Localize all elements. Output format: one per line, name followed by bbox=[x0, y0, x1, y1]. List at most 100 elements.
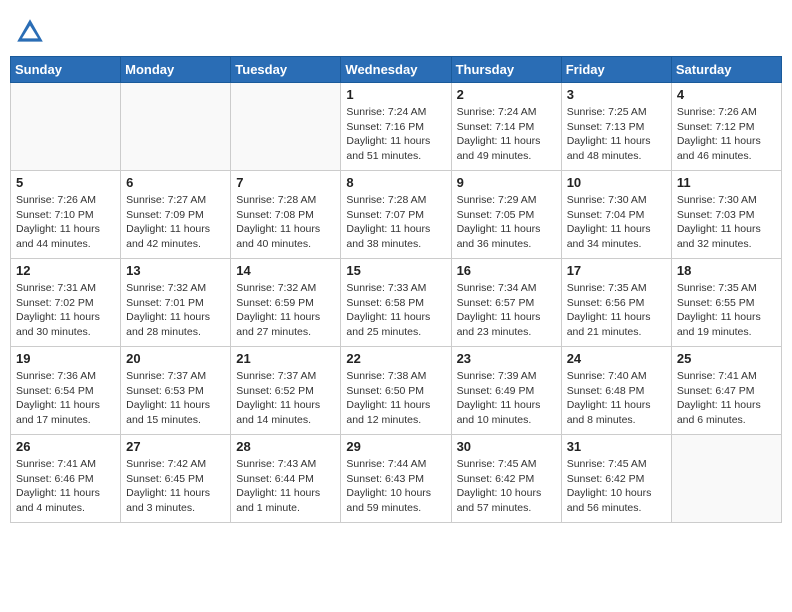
calendar-cell: 16 Sunrise: 7:34 AMSunset: 6:57 PMDayligh… bbox=[451, 259, 561, 347]
day-info: Sunrise: 7:32 AMSunset: 6:59 PMDaylight:… bbox=[236, 281, 335, 340]
day-number: 26 bbox=[16, 439, 115, 454]
calendar-cell: 21Sunrise: 7:37 AMSunset: 6:52 PMDayligh… bbox=[231, 347, 341, 435]
week-row-1: 1 Sunrise: 7:24 AMSunset: 7:16 PMDaylight… bbox=[11, 83, 782, 171]
calendar-cell: 25 Sunrise: 7:41 AMSunset: 6:47 PMDayligh… bbox=[671, 347, 781, 435]
day-number: 18 bbox=[677, 263, 776, 278]
day-number: 4 bbox=[677, 87, 776, 102]
day-info: Sunrise: 7:24 AMSunset: 7:16 PMDaylight:… bbox=[346, 105, 445, 164]
weekday-header-saturday: Saturday bbox=[671, 57, 781, 83]
calendar-cell: 8Sunrise: 7:28 AMSunset: 7:07 PMDaylight… bbox=[341, 171, 451, 259]
logo-icon bbox=[14, 16, 46, 48]
day-number: 28 bbox=[236, 439, 335, 454]
calendar-cell bbox=[11, 83, 121, 171]
day-info: Sunrise: 7:40 AMSunset: 6:48 PMDaylight:… bbox=[567, 369, 666, 428]
day-number: 14 bbox=[236, 263, 335, 278]
weekday-header-thursday: Thursday bbox=[451, 57, 561, 83]
calendar-cell bbox=[231, 83, 341, 171]
day-info: Sunrise: 7:44 AMSunset: 6:43 PMDaylight:… bbox=[346, 457, 445, 516]
calendar-cell bbox=[671, 435, 781, 523]
day-info: Sunrise: 7:25 AMSunset: 7:13 PMDaylight:… bbox=[567, 105, 666, 164]
calendar-cell: 5 Sunrise: 7:26 AMSunset: 7:10 PMDaylight… bbox=[11, 171, 121, 259]
calendar-cell: 19 Sunrise: 7:36 AMSunset: 6:54 PMDayligh… bbox=[11, 347, 121, 435]
calendar-cell: 7 Sunrise: 7:28 AMSunset: 7:08 PMDaylight… bbox=[231, 171, 341, 259]
day-number: 17 bbox=[567, 263, 666, 278]
day-info: Sunrise: 7:35 AMSunset: 6:56 PMDaylight:… bbox=[567, 281, 666, 340]
calendar-cell: 2Sunrise: 7:24 AMSunset: 7:14 PMDaylight… bbox=[451, 83, 561, 171]
weekday-header-friday: Friday bbox=[561, 57, 671, 83]
day-number: 21 bbox=[236, 351, 335, 366]
calendar-cell: 31 Sunrise: 7:45 AMSunset: 6:42 PMDayligh… bbox=[561, 435, 671, 523]
day-number: 20 bbox=[126, 351, 225, 366]
day-number: 29 bbox=[346, 439, 445, 454]
week-row-3: 12Sunrise: 7:31 AMSunset: 7:02 PMDayligh… bbox=[11, 259, 782, 347]
calendar-cell: 23Sunrise: 7:39 AMSunset: 6:49 PMDayligh… bbox=[451, 347, 561, 435]
day-info: Sunrise: 7:29 AMSunset: 7:05 PMDaylight:… bbox=[457, 193, 556, 252]
calendar-cell: 24 Sunrise: 7:40 AMSunset: 6:48 PMDayligh… bbox=[561, 347, 671, 435]
calendar-cell: 22 Sunrise: 7:38 AMSunset: 6:50 PMDayligh… bbox=[341, 347, 451, 435]
day-info: Sunrise: 7:33 AMSunset: 6:58 PMDaylight:… bbox=[346, 281, 445, 340]
day-number: 1 bbox=[346, 87, 445, 102]
day-info: Sunrise: 7:39 AMSunset: 6:49 PMDaylight:… bbox=[457, 369, 556, 428]
day-info: Sunrise: 7:35 AMSunset: 6:55 PMDaylight:… bbox=[677, 281, 776, 340]
day-number: 3 bbox=[567, 87, 666, 102]
calendar-cell: 15 Sunrise: 7:33 AMSunset: 6:58 PMDayligh… bbox=[341, 259, 451, 347]
calendar-cell: 10 Sunrise: 7:30 AMSunset: 7:04 PMDayligh… bbox=[561, 171, 671, 259]
day-number: 31 bbox=[567, 439, 666, 454]
calendar-cell: 14 Sunrise: 7:32 AMSunset: 6:59 PMDayligh… bbox=[231, 259, 341, 347]
day-info: Sunrise: 7:30 AMSunset: 7:03 PMDaylight:… bbox=[677, 193, 776, 252]
day-number: 10 bbox=[567, 175, 666, 190]
day-info: Sunrise: 7:27 AMSunset: 7:09 PMDaylight:… bbox=[126, 193, 225, 252]
day-info: Sunrise: 7:37 AMSunset: 6:53 PMDaylight:… bbox=[126, 369, 225, 428]
calendar-table: SundayMondayTuesdayWednesdayThursdayFrid… bbox=[10, 56, 782, 523]
day-number: 27 bbox=[126, 439, 225, 454]
day-number: 22 bbox=[346, 351, 445, 366]
day-number: 8 bbox=[346, 175, 445, 190]
day-number: 19 bbox=[16, 351, 115, 366]
day-info: Sunrise: 7:36 AMSunset: 6:54 PMDaylight:… bbox=[16, 369, 115, 428]
logo bbox=[14, 16, 50, 48]
day-info: Sunrise: 7:42 AMSunset: 6:45 PMDaylight:… bbox=[126, 457, 225, 516]
day-number: 6 bbox=[126, 175, 225, 190]
day-info: Sunrise: 7:26 AMSunset: 7:12 PMDaylight:… bbox=[677, 105, 776, 164]
weekday-header-tuesday: Tuesday bbox=[231, 57, 341, 83]
calendar-cell: 3 Sunrise: 7:25 AMSunset: 7:13 PMDaylight… bbox=[561, 83, 671, 171]
day-number: 30 bbox=[457, 439, 556, 454]
day-info: Sunrise: 7:26 AMSunset: 7:10 PMDaylight:… bbox=[16, 193, 115, 252]
day-number: 7 bbox=[236, 175, 335, 190]
day-number: 12 bbox=[16, 263, 115, 278]
day-number: 9 bbox=[457, 175, 556, 190]
day-number: 5 bbox=[16, 175, 115, 190]
day-info: Sunrise: 7:30 AMSunset: 7:04 PMDaylight:… bbox=[567, 193, 666, 252]
day-info: Sunrise: 7:32 AMSunset: 7:01 PMDaylight:… bbox=[126, 281, 225, 340]
week-row-4: 19 Sunrise: 7:36 AMSunset: 6:54 PMDayligh… bbox=[11, 347, 782, 435]
day-info: Sunrise: 7:43 AMSunset: 6:44 PMDaylight:… bbox=[236, 457, 335, 516]
day-info: Sunrise: 7:38 AMSunset: 6:50 PMDaylight:… bbox=[346, 369, 445, 428]
day-number: 11 bbox=[677, 175, 776, 190]
day-number: 13 bbox=[126, 263, 225, 278]
calendar-cell: 27 Sunrise: 7:42 AMSunset: 6:45 PMDayligh… bbox=[121, 435, 231, 523]
week-row-5: 26 Sunrise: 7:41 AMSunset: 6:46 PMDayligh… bbox=[11, 435, 782, 523]
weekday-header-wednesday: Wednesday bbox=[341, 57, 451, 83]
calendar-cell: 4 Sunrise: 7:26 AMSunset: 7:12 PMDaylight… bbox=[671, 83, 781, 171]
calendar-cell: 17 Sunrise: 7:35 AMSunset: 6:56 PMDayligh… bbox=[561, 259, 671, 347]
day-number: 16 bbox=[457, 263, 556, 278]
day-number: 24 bbox=[567, 351, 666, 366]
calendar-cell: 6 Sunrise: 7:27 AMSunset: 7:09 PMDaylight… bbox=[121, 171, 231, 259]
day-info: Sunrise: 7:24 AMSunset: 7:14 PMDaylight:… bbox=[457, 105, 556, 164]
calendar-cell: 13 Sunrise: 7:32 AMSunset: 7:01 PMDayligh… bbox=[121, 259, 231, 347]
calendar-cell: 11 Sunrise: 7:30 AMSunset: 7:03 PMDayligh… bbox=[671, 171, 781, 259]
day-info: Sunrise: 7:45 AMSunset: 6:42 PMDaylight:… bbox=[567, 457, 666, 516]
week-row-2: 5 Sunrise: 7:26 AMSunset: 7:10 PMDaylight… bbox=[11, 171, 782, 259]
page-header bbox=[10, 10, 782, 48]
day-info: Sunrise: 7:28 AMSunset: 7:08 PMDaylight:… bbox=[236, 193, 335, 252]
day-info: Sunrise: 7:34 AMSunset: 6:57 PMDaylight:… bbox=[457, 281, 556, 340]
calendar-cell: 20 Sunrise: 7:37 AMSunset: 6:53 PMDayligh… bbox=[121, 347, 231, 435]
calendar-cell: 29 Sunrise: 7:44 AMSunset: 6:43 PMDayligh… bbox=[341, 435, 451, 523]
day-info: Sunrise: 7:41 AMSunset: 6:47 PMDaylight:… bbox=[677, 369, 776, 428]
day-number: 15 bbox=[346, 263, 445, 278]
calendar-cell: 9 Sunrise: 7:29 AMSunset: 7:05 PMDaylight… bbox=[451, 171, 561, 259]
calendar-cell bbox=[121, 83, 231, 171]
day-info: Sunrise: 7:41 AMSunset: 6:46 PMDaylight:… bbox=[16, 457, 115, 516]
day-number: 25 bbox=[677, 351, 776, 366]
calendar-cell: 18 Sunrise: 7:35 AMSunset: 6:55 PMDayligh… bbox=[671, 259, 781, 347]
